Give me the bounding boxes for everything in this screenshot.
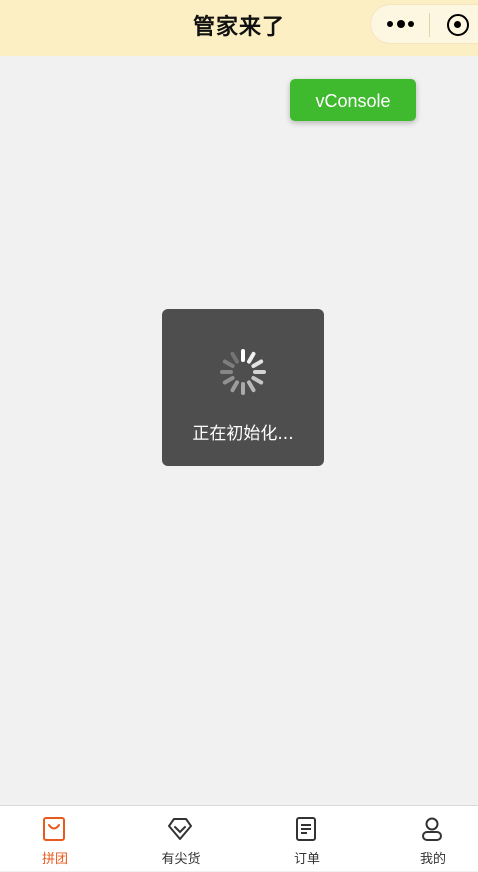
tab-label: 订单 [293, 852, 320, 867]
top-navbar: 管家来了 [0, 0, 478, 56]
shopping-bag-icon [43, 817, 65, 841]
tab-pintuan[interactable]: 拼团 [0, 806, 110, 872]
vconsole-button[interactable]: vConsole [290, 79, 416, 121]
bottom-tabbar: 拼团 有尖货 订单 我的 [0, 805, 478, 871]
tab-orders[interactable]: 订单 [252, 806, 362, 872]
loading-toast: 正在初始化... [162, 309, 324, 466]
tab-youjianhuo[interactable]: 有尖货 [126, 806, 236, 872]
tab-label: 我的 [419, 852, 446, 867]
more-dots-icon[interactable] [387, 18, 417, 30]
miniprogram-capsule [370, 4, 478, 44]
user-profile-icon [422, 817, 442, 841]
document-list-icon [296, 817, 316, 841]
target-circle-icon[interactable] [447, 14, 469, 36]
loading-spinner-icon [220, 349, 266, 395]
capsule-divider [429, 13, 430, 37]
loading-text: 正在初始化... [192, 424, 294, 444]
tab-label: 拼团 [41, 852, 68, 867]
tab-mine[interactable]: 我的 [378, 806, 478, 872]
tab-label: 有尖货 [161, 852, 201, 867]
diamond-icon [168, 818, 192, 840]
